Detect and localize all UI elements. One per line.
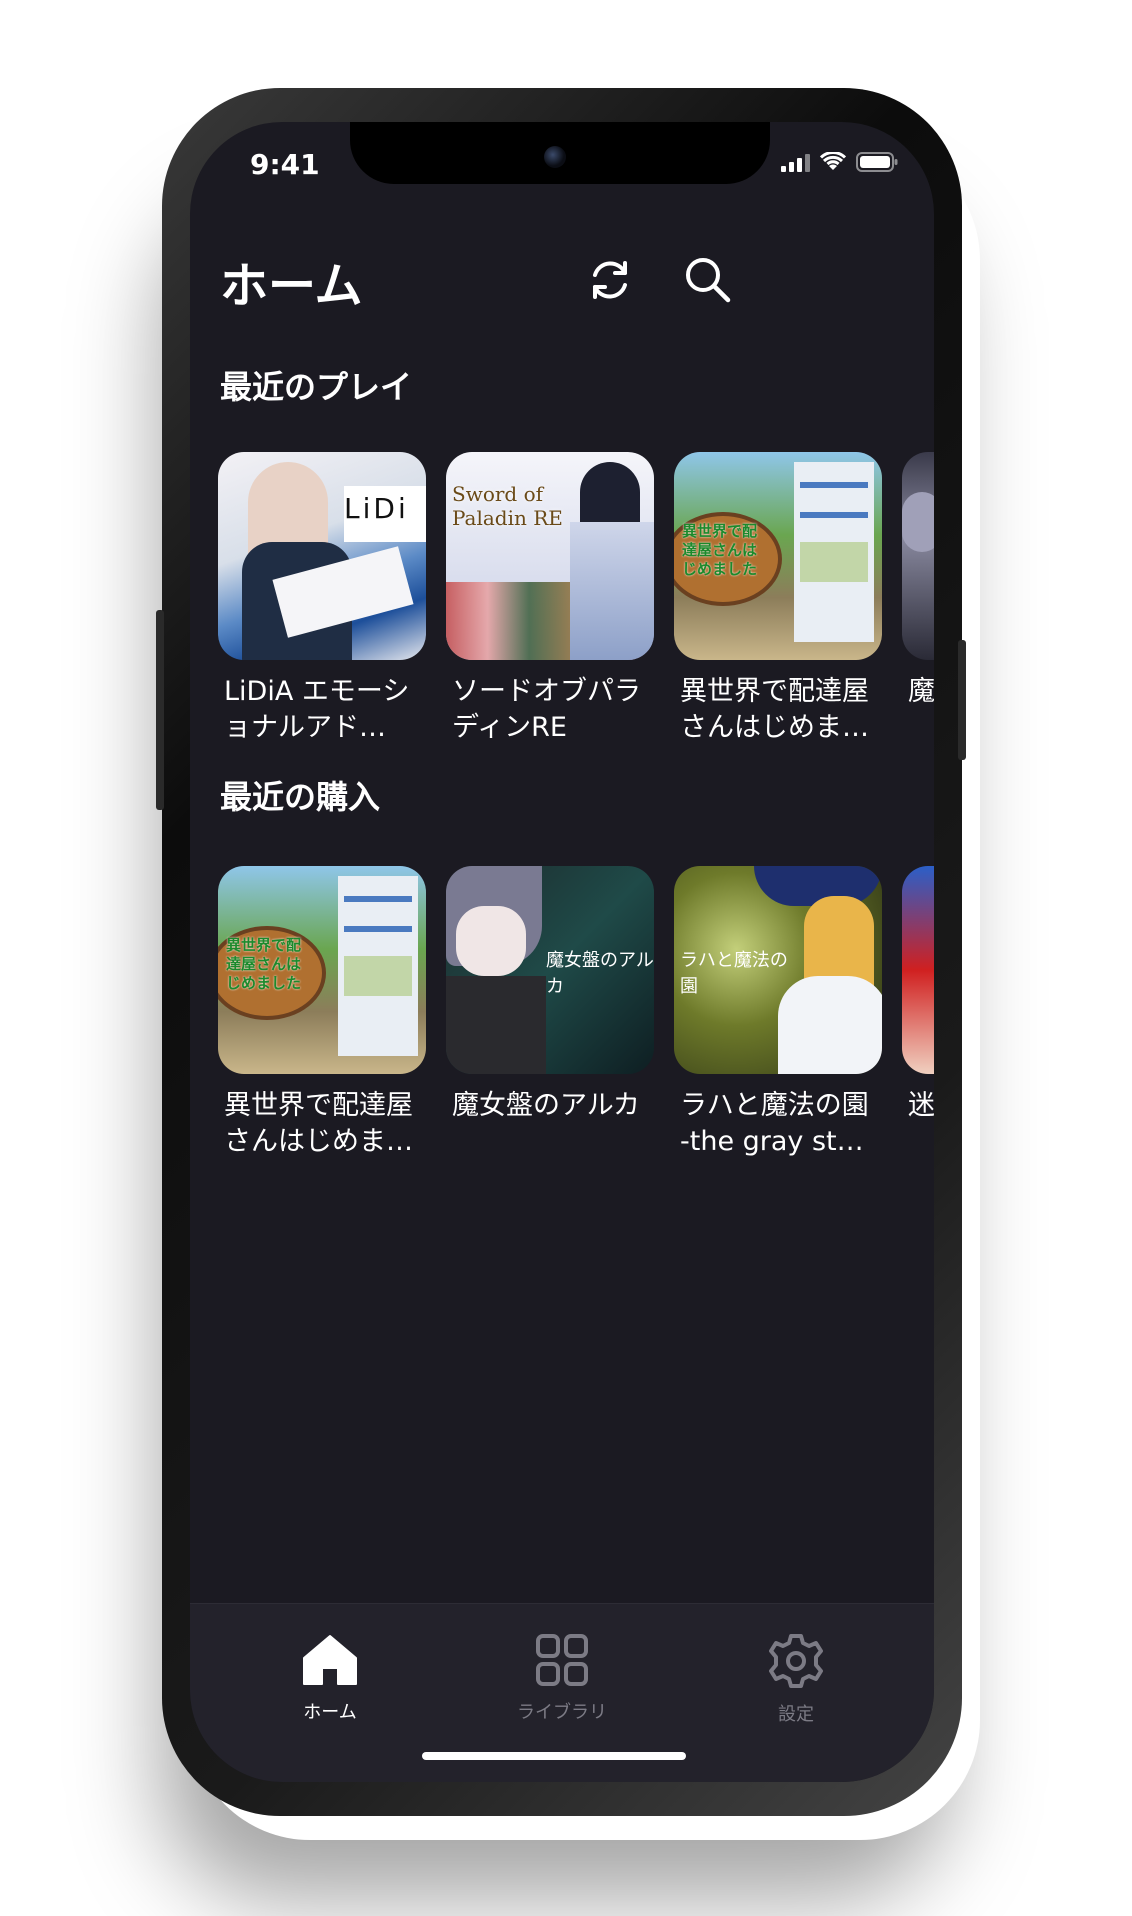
thumbnail-logo-text: LiDi: [344, 492, 409, 525]
status-time: 9:41: [250, 148, 320, 181]
tab-label: 設定: [778, 1704, 814, 1725]
power-button: [958, 640, 966, 760]
game-card[interactable]: Sword of Paladin RE ソードオブパラディンRE: [446, 452, 654, 746]
tab-library[interactable]: ライブラリ: [492, 1632, 632, 1724]
game-thumbnail: 異世界で配達屋さんはじめました: [218, 866, 426, 1074]
game-title: 迷 ン: [908, 1090, 934, 1121]
game-thumbnail: 魔女盤のアルカ: [446, 866, 654, 1074]
game-title: 異世界で配達屋さんはじめま…: [680, 676, 869, 743]
page-title: ホーム: [220, 258, 363, 314]
thumbnail-logo-text: 異世界で配達屋さんはじめました: [226, 936, 302, 992]
game-thumbnail: [902, 452, 934, 660]
section-title-recent-play: 最近のプレイ: [220, 368, 413, 406]
recent-purchase-carousel[interactable]: 異世界で配達屋さんはじめました 異世界で配達屋さんはじめま… 魔女盤のアルカ 魔…: [218, 866, 934, 1160]
volume-button: [156, 610, 164, 810]
game-card[interactable]: 魔女盤のアルカ 魔女盤のアルカ: [446, 866, 654, 1160]
game-title: 魔: [908, 676, 934, 707]
notch: [350, 122, 770, 184]
refresh-button[interactable]: [580, 250, 640, 310]
game-thumbnail: ラハと魔法の園: [674, 866, 882, 1074]
game-card[interactable]: 異世界で配達屋さんはじめました 異世界で配達屋さんはじめま…: [674, 452, 882, 746]
camera-icon: [544, 146, 566, 168]
app-screen: 9:41 ホーム 最近のプレイ LiDi LiDiA エモーショナルアド… Sw…: [190, 122, 934, 1782]
thumbnail-logo-text: 異世界で配達屋さんはじめました: [682, 522, 758, 578]
battery-icon: [856, 152, 898, 172]
thumbnail-logo-text: 魔女盤のアルカ: [546, 950, 654, 997]
game-thumbnail: [902, 866, 934, 1074]
thumbnail-logo-text: ラハと魔法の園: [680, 950, 788, 997]
recent-play-carousel[interactable]: LiDi LiDiA エモーショナルアド… Sword of Paladin R…: [218, 452, 934, 746]
game-title: 魔女盤のアルカ: [452, 1090, 640, 1121]
tab-label: ライブラリ: [517, 1702, 607, 1723]
game-card[interactable]: 異世界で配達屋さんはじめました 異世界で配達屋さんはじめま…: [218, 866, 426, 1160]
game-thumbnail: 異世界で配達屋さんはじめました: [674, 452, 882, 660]
game-card[interactable]: 魔: [902, 452, 934, 746]
game-thumbnail: LiDi: [218, 452, 426, 660]
game-title: 異世界で配達屋さんはじめま…: [224, 1090, 413, 1157]
grid-icon: [536, 1634, 588, 1686]
wifi-icon: [820, 152, 846, 172]
section-title-recent-purchase: 最近の購入: [220, 778, 381, 816]
game-card[interactable]: ラハと魔法の園 ラハと魔法の園 -the gray st…: [674, 866, 882, 1160]
tab-bar: ホーム ライブラリ 設定: [190, 1603, 934, 1782]
game-title: ラハと魔法の園 -the gray st…: [680, 1090, 869, 1157]
tab-home[interactable]: ホーム: [260, 1632, 400, 1724]
home-icon: [303, 1635, 357, 1685]
refresh-icon: [593, 261, 627, 299]
game-title: LiDiA エモーショナルアド…: [224, 676, 410, 743]
game-thumbnail: Sword of Paladin RE: [446, 452, 654, 660]
signal-icon: [781, 154, 810, 172]
tab-label: ホーム: [303, 1702, 357, 1723]
game-title: ソードオブパラディンRE: [452, 676, 641, 743]
gear-icon: [769, 1634, 823, 1688]
game-card[interactable]: LiDi LiDiA エモーショナルアド…: [218, 452, 426, 746]
game-card[interactable]: 迷 ン: [902, 866, 934, 1160]
search-button[interactable]: [678, 250, 738, 310]
tab-settings[interactable]: 設定: [726, 1632, 866, 1726]
status-icons: [781, 152, 898, 172]
search-icon: [686, 258, 731, 303]
home-indicator[interactable]: [422, 1752, 686, 1760]
